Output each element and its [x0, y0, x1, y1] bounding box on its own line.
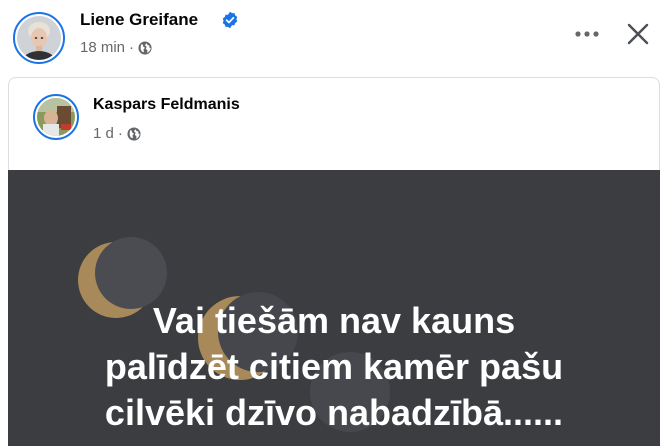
- post-header: Liene Greifane 18 min ·: [0, 0, 668, 70]
- shared-post-image[interactable]: Vai tiešām nav kauns palīdzēt citiem kam…: [8, 170, 660, 446]
- quote-line-3: cilvēki dzīvo nabadzībā......: [104, 392, 564, 433]
- globe-icon: [127, 126, 141, 141]
- meta-separator: ·: [117, 125, 123, 142]
- close-icon: [627, 23, 649, 45]
- shared-author-avatar[interactable]: [33, 94, 79, 140]
- more-options-button[interactable]: [569, 20, 605, 48]
- author-name[interactable]: Liene Greifane: [80, 10, 198, 30]
- post-meta: 18 min ·: [80, 39, 152, 56]
- more-horizontal-icon: [575, 31, 599, 37]
- globe-icon: [138, 40, 152, 55]
- author-avatar-image: [17, 16, 61, 60]
- author-avatar[interactable]: [13, 12, 65, 64]
- quote-line-1: Vai tiešām nav kauns: [152, 300, 516, 341]
- shared-author-name[interactable]: Kaspars Feldmanis: [93, 96, 240, 114]
- meta-separator: ·: [129, 39, 135, 56]
- verified-badge-icon: [222, 11, 238, 29]
- shared-author-avatar-image: [37, 98, 75, 136]
- shared-post-meta: 1 d ·: [93, 125, 141, 142]
- close-button[interactable]: [620, 16, 656, 52]
- post-timestamp[interactable]: 18 min: [80, 39, 125, 56]
- shared-post-timestamp[interactable]: 1 d: [93, 125, 114, 142]
- image-quote-text: Vai tiešām nav kauns palīdzēt citiem kam…: [8, 298, 660, 436]
- quote-line-2: palīdzēt citiem kamēr pašu: [104, 346, 564, 387]
